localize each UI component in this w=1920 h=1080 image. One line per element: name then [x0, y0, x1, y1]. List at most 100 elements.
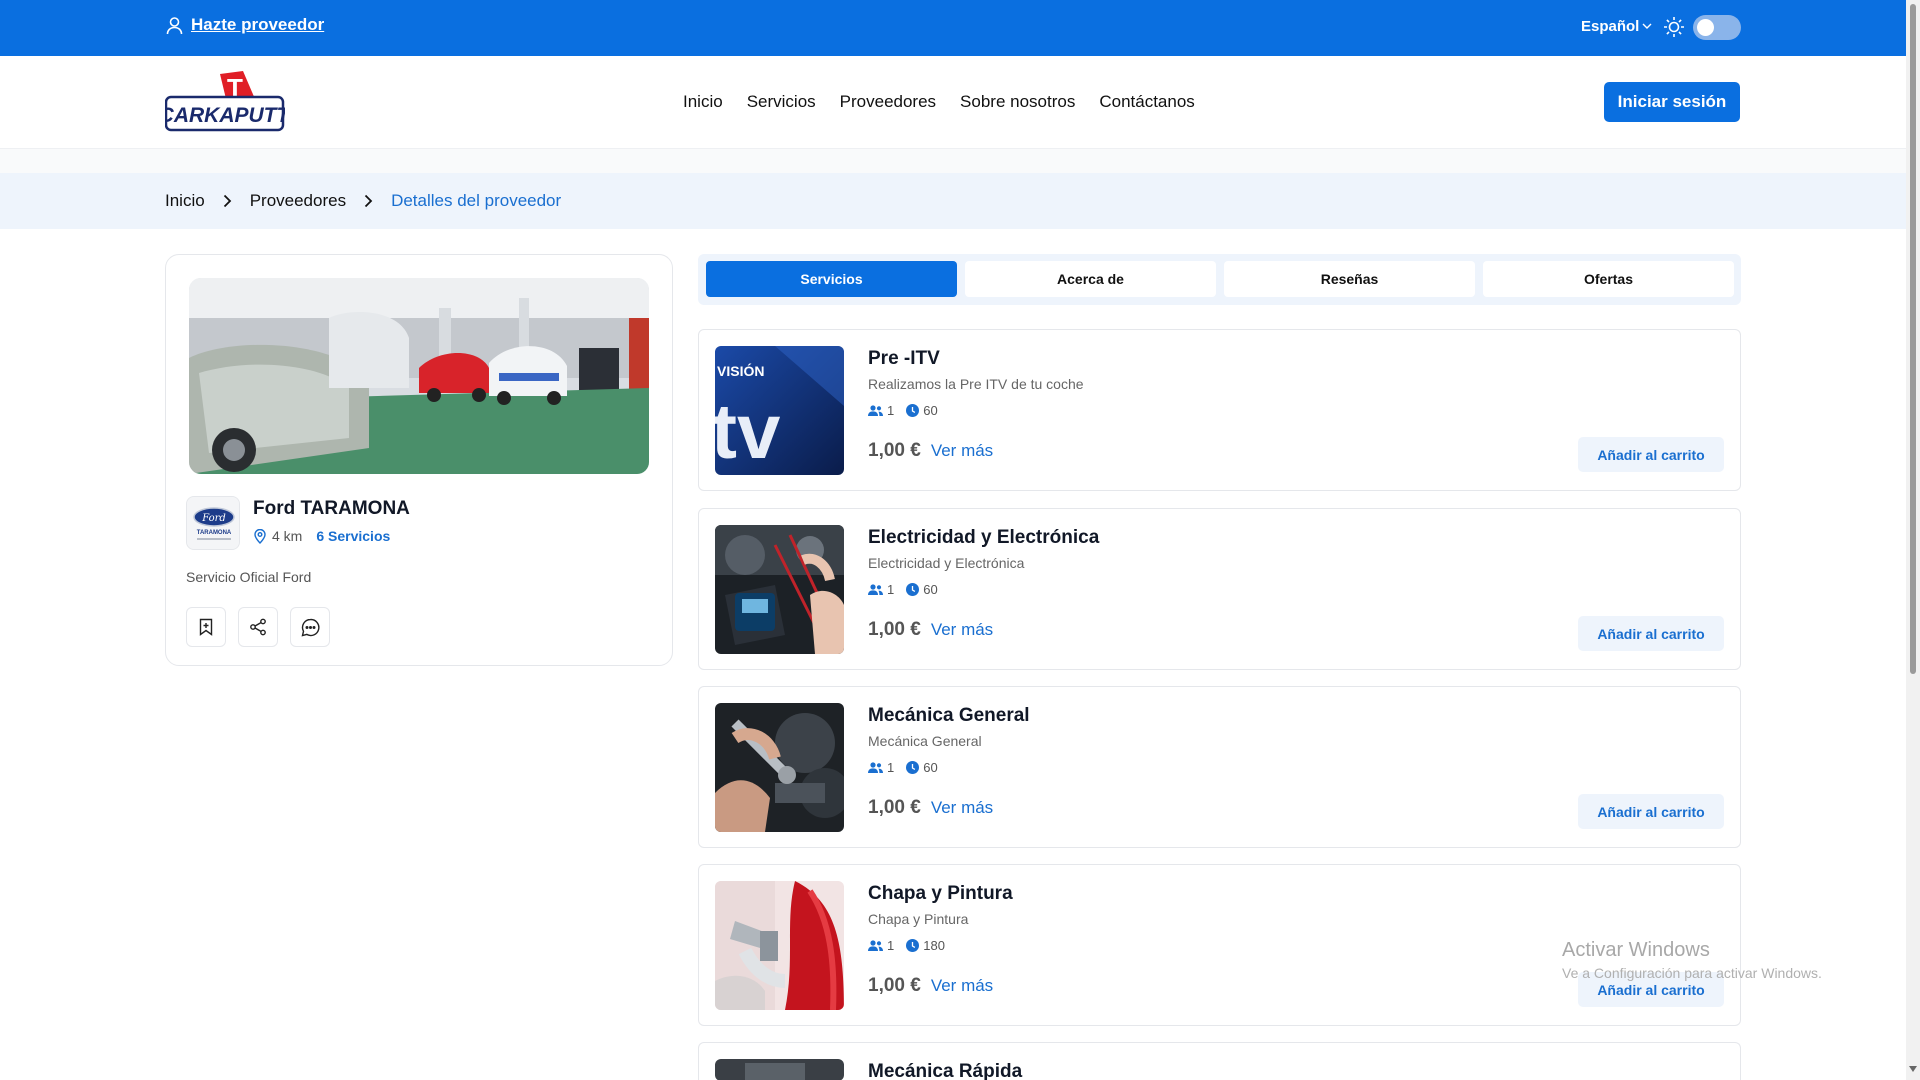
service-card: Mecánica Rápida	[698, 1042, 1741, 1080]
service-subtitle: Realizamos la Pre ITV de tu coche	[868, 376, 1084, 392]
clock-icon	[906, 761, 920, 774]
service-subtitle: Mecánica General	[868, 733, 982, 749]
service-thumbnail[interactable]: VISIÓN tv	[715, 346, 844, 475]
login-button[interactable]: Iniciar sesión	[1604, 82, 1740, 122]
service-people: 1	[887, 403, 895, 418]
thumbnail-logo-text: tv	[715, 387, 781, 475]
service-stats: 1 60	[868, 760, 938, 775]
service-card: VISIÓN tv Pre -ITV Realizamos la Pre ITV…	[698, 329, 1741, 491]
scrollbar-thumb[interactable]	[1910, 4, 1916, 674]
theme-toggle[interactable]	[1693, 15, 1741, 40]
chevron-right-icon	[364, 194, 373, 208]
service-title[interactable]: Electricidad y Electrónica	[868, 527, 1099, 549]
users-icon	[868, 940, 883, 951]
breadcrumb: Inicio Proveedores Detalles del proveedo…	[0, 173, 1906, 229]
service-price-row: 1,00 € Ver más	[868, 619, 993, 641]
service-people: 1	[887, 760, 895, 775]
language-selector[interactable]: Español	[1581, 18, 1652, 35]
add-to-cart-button[interactable]: Añadir al carrito	[1578, 437, 1724, 472]
clock-icon	[906, 939, 920, 952]
page-scrollbar[interactable]	[1906, 0, 1920, 1080]
service-duration: 60	[923, 403, 938, 418]
service-card: Mecánica General Mecánica General 1 60 1…	[698, 686, 1741, 848]
service-subtitle: Electricidad y Electrónica	[868, 555, 1025, 571]
provider-photo	[189, 278, 649, 474]
service-title[interactable]: Chapa y Pintura	[868, 883, 1013, 905]
service-thumbnail[interactable]	[715, 525, 844, 654]
service-thumbnail[interactable]	[715, 1059, 844, 1080]
scroll-down-arrow-icon[interactable]	[1909, 1066, 1917, 1072]
tab-servicios[interactable]: Servicios	[706, 261, 957, 297]
windows-watermark-title: Activar Windows	[1562, 939, 1710, 961]
add-to-cart-button[interactable]: Añadir al carrito	[1578, 616, 1724, 651]
main-nav: Inicio Servicios Proveedores Sobre nosot…	[683, 92, 1195, 112]
service-title[interactable]: Pre -ITV	[868, 348, 940, 370]
service-thumbnail[interactable]	[715, 703, 844, 832]
service-subtitle: Chapa y Pintura	[868, 911, 969, 927]
tab-resenas[interactable]: Reseñas	[1224, 261, 1475, 297]
service-price-row: 1,00 € Ver más	[868, 440, 993, 462]
provider-description: Servicio Oficial Ford	[186, 569, 312, 585]
tab-ofertas[interactable]: Ofertas	[1483, 261, 1734, 297]
nav-item-contactanos[interactable]: Contáctanos	[1099, 92, 1194, 112]
provider-distance: 4 km	[272, 528, 303, 544]
toggle-knob	[1697, 19, 1714, 36]
chat-button[interactable]	[290, 607, 330, 647]
nav-item-inicio[interactable]: Inicio	[683, 92, 723, 112]
thumbnail-text: VISIÓN	[717, 362, 764, 379]
service-people: 1	[887, 938, 895, 953]
provider-actions	[186, 607, 330, 647]
nav-item-sobre-nosotros[interactable]: Sobre nosotros	[960, 92, 1075, 112]
service-more-link[interactable]: Ver más	[931, 441, 993, 461]
chevron-right-icon	[223, 194, 232, 208]
nav-item-proveedores[interactable]: Proveedores	[840, 92, 936, 112]
provider-services-count[interactable]: 6 Servicios	[316, 528, 390, 544]
become-provider-link[interactable]: Hazte proveedor	[166, 15, 324, 35]
service-more-link[interactable]: Ver más	[931, 620, 993, 640]
windows-watermark-subtitle: Ve a Configuración para activar Windows.	[1562, 965, 1822, 981]
provider-logo-caption: TARAMONA	[197, 530, 232, 536]
service-stats: 1 60	[868, 403, 938, 418]
main-header: T CARKAPUTT Inicio Servicios Proveedores…	[0, 56, 1906, 149]
tab-acerca-de[interactable]: Acerca de	[965, 261, 1216, 297]
service-price-row: 1,00 € Ver más	[868, 797, 993, 819]
provider-logo-brand: Ford	[201, 513, 226, 524]
logo-text: CARKAPUTT	[165, 104, 285, 127]
service-price: 1,00 €	[868, 975, 921, 996]
service-price-row: 1,00 € Ver más	[868, 975, 993, 997]
sun-icon[interactable]	[1663, 16, 1685, 38]
chat-bubble-icon	[301, 618, 319, 636]
breadcrumb-proveedores[interactable]: Proveedores	[250, 191, 346, 211]
service-duration: 60	[923, 760, 938, 775]
user-icon	[166, 16, 183, 34]
service-thumbnail[interactable]	[715, 881, 844, 1010]
breadcrumb-inicio[interactable]: Inicio	[165, 191, 205, 211]
breadcrumb-current: Detalles del proveedor	[391, 191, 562, 210]
provider-tabs: Servicios Acerca de Reseñas Ofertas	[698, 254, 1741, 305]
share-button[interactable]	[238, 607, 278, 647]
provider-name: Ford TARAMONA	[253, 498, 410, 519]
carkaputt-logo[interactable]: T CARKAPUTT	[165, 71, 285, 133]
top-bar: Hazte proveedor Español	[0, 0, 1906, 56]
service-price: 1,00 €	[868, 440, 921, 461]
users-icon	[868, 762, 883, 773]
users-icon	[868, 405, 883, 416]
bookmark-icon	[199, 618, 213, 636]
service-stats: 1 180	[868, 938, 945, 953]
clock-icon	[906, 404, 920, 417]
bookmark-button[interactable]	[186, 607, 226, 647]
service-title[interactable]: Mecánica General	[868, 705, 1030, 727]
header-spacer	[0, 149, 1906, 173]
service-people: 1	[887, 582, 895, 597]
service-more-link[interactable]: Ver más	[931, 976, 993, 996]
service-title[interactable]: Mecánica Rápida	[868, 1061, 1022, 1080]
service-more-link[interactable]: Ver más	[931, 798, 993, 818]
nav-item-servicios[interactable]: Servicios	[747, 92, 816, 112]
provider-meta: 4 km 6 Servicios	[254, 528, 390, 544]
clock-icon	[906, 583, 920, 596]
service-price: 1,00 €	[868, 619, 921, 640]
provider-card: Ford TARAMONA Ford TARAMONA 4 km 6 Servi…	[165, 254, 673, 666]
service-card: Electricidad y Electrónica Electricidad …	[698, 508, 1741, 670]
provider-logo: Ford TARAMONA	[186, 496, 240, 550]
add-to-cart-button[interactable]: Añadir al carrito	[1578, 794, 1724, 829]
